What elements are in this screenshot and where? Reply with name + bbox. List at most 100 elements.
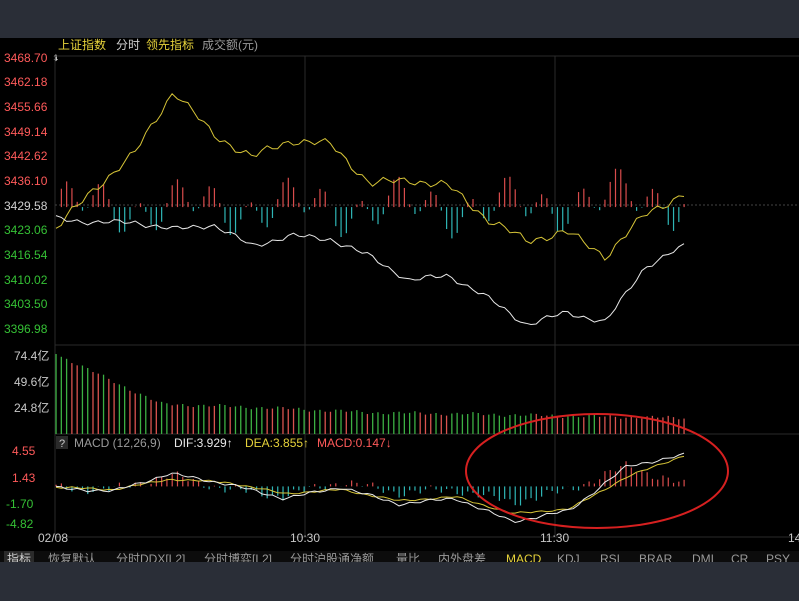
leading-bar [324,191,326,208]
leading-bar [519,206,522,208]
volume-bar [155,401,157,434]
leading-bar [97,184,99,208]
index-price-line [55,215,685,326]
leading-bar [430,191,432,208]
tab-macd[interactable]: MACD [506,551,541,562]
tab-psy[interactable]: PSY [766,551,790,562]
volume-bar [641,418,643,434]
volume-bar [414,411,416,434]
leading-bar [604,199,606,208]
chart-canvas[interactable]: 上证指数 分时 领先指标 成交额(元) ⬍ 3468.70 3462.18 34… [0,38,799,562]
volume-bar [345,411,347,434]
volume-bar [71,363,73,434]
tab-restore-default[interactable]: 恢复默认 [48,551,96,562]
price-tick: 3403.50 [4,297,48,311]
leading-bar [514,189,516,208]
leading-bar [651,188,654,208]
leading-bar [657,193,659,208]
leading-bar [646,196,648,208]
volume-tick: 74.4亿 [14,348,49,363]
leading-bar [266,207,268,228]
tab-volume-ratio[interactable]: 量比 [396,551,420,562]
leading-bar [102,184,105,208]
price-tick: 3436.10 [4,174,48,188]
volume-bar [477,412,479,434]
macd-bar [377,486,379,489]
time-tick: 11:30 [540,531,569,545]
volume-bar [577,417,580,434]
volume-bar [419,412,421,434]
macd-bar [102,486,105,489]
leading-bar [245,205,247,208]
leading-bar [567,207,569,224]
macd-bar [245,486,247,493]
volume-bar [277,406,279,434]
tab-indicators[interactable]: 指标 [4,551,35,562]
tab-northbound[interactable]: 分时沪股通净额 [290,551,374,562]
leading-bar [298,202,300,208]
leading-bar [124,207,126,232]
leading-bar [641,207,643,208]
volume-bar [271,408,274,434]
macd-bar [456,486,458,495]
tab-cr[interactable]: CR [731,551,748,562]
leading-bar [292,187,295,208]
volume-bar [614,416,617,434]
volume-bar [224,405,226,434]
volume-bar [282,407,284,434]
macd-bar [287,486,289,497]
leading-bar [240,207,242,220]
tab-game[interactable]: 分时博弈[L2] [204,551,272,562]
volume-bar [372,413,374,434]
volume-bar [245,407,247,434]
macd-bar [435,486,437,490]
macd-bar [298,486,300,491]
leading-bar [250,202,252,208]
leading-bar [319,188,321,208]
macd-bar [277,486,279,496]
tab-dmi[interactable]: DMI [692,551,714,562]
macd-bar [150,483,152,487]
help-icon-label: ? [59,438,65,450]
leading-bar [678,207,680,223]
annotation-circle [465,413,729,529]
leading-bar [176,179,179,208]
volume-bar [556,416,559,434]
volume-bar [129,390,131,434]
volume-bar [461,414,464,434]
volume-bar [81,365,84,434]
leading-bar [155,207,157,231]
leading-bar [609,181,611,208]
volume-bar [76,365,78,434]
tab-rsi[interactable]: RSI [600,551,620,562]
leading-bar [161,207,163,222]
volume-bar [65,358,68,434]
volume-bar [324,411,326,434]
volume-bar [160,401,163,434]
tab-ddx[interactable]: 分时DDX[L2] [116,551,185,562]
volume-bar [667,415,669,434]
macd-bar [366,484,369,487]
leading-bar [630,201,632,208]
tab-inner-outer[interactable]: 内外盘差 [438,551,486,562]
macd-bar [535,486,537,501]
leading-bar [620,169,622,208]
leading-bar [509,176,511,208]
macd-bar [171,473,173,487]
macd-bar [372,482,374,487]
leading-bar [667,207,669,225]
leading-bar [366,207,369,210]
leading-bars [60,168,685,239]
leading-bar [530,207,532,214]
macd-bar [118,482,121,487]
tab-kdj[interactable]: KDJ [557,551,580,562]
leading-bar [108,199,110,208]
volume-bar [482,415,485,434]
macd-bar [203,486,205,488]
volume-bar [150,399,152,434]
macd-axis: 4.55 1.43 -1.70 -4.82 [6,444,36,531]
volume-bar [361,411,363,434]
tab-brar[interactable]: BRAR [639,551,672,562]
macd-bar [636,472,638,487]
macd-bar [461,486,464,496]
